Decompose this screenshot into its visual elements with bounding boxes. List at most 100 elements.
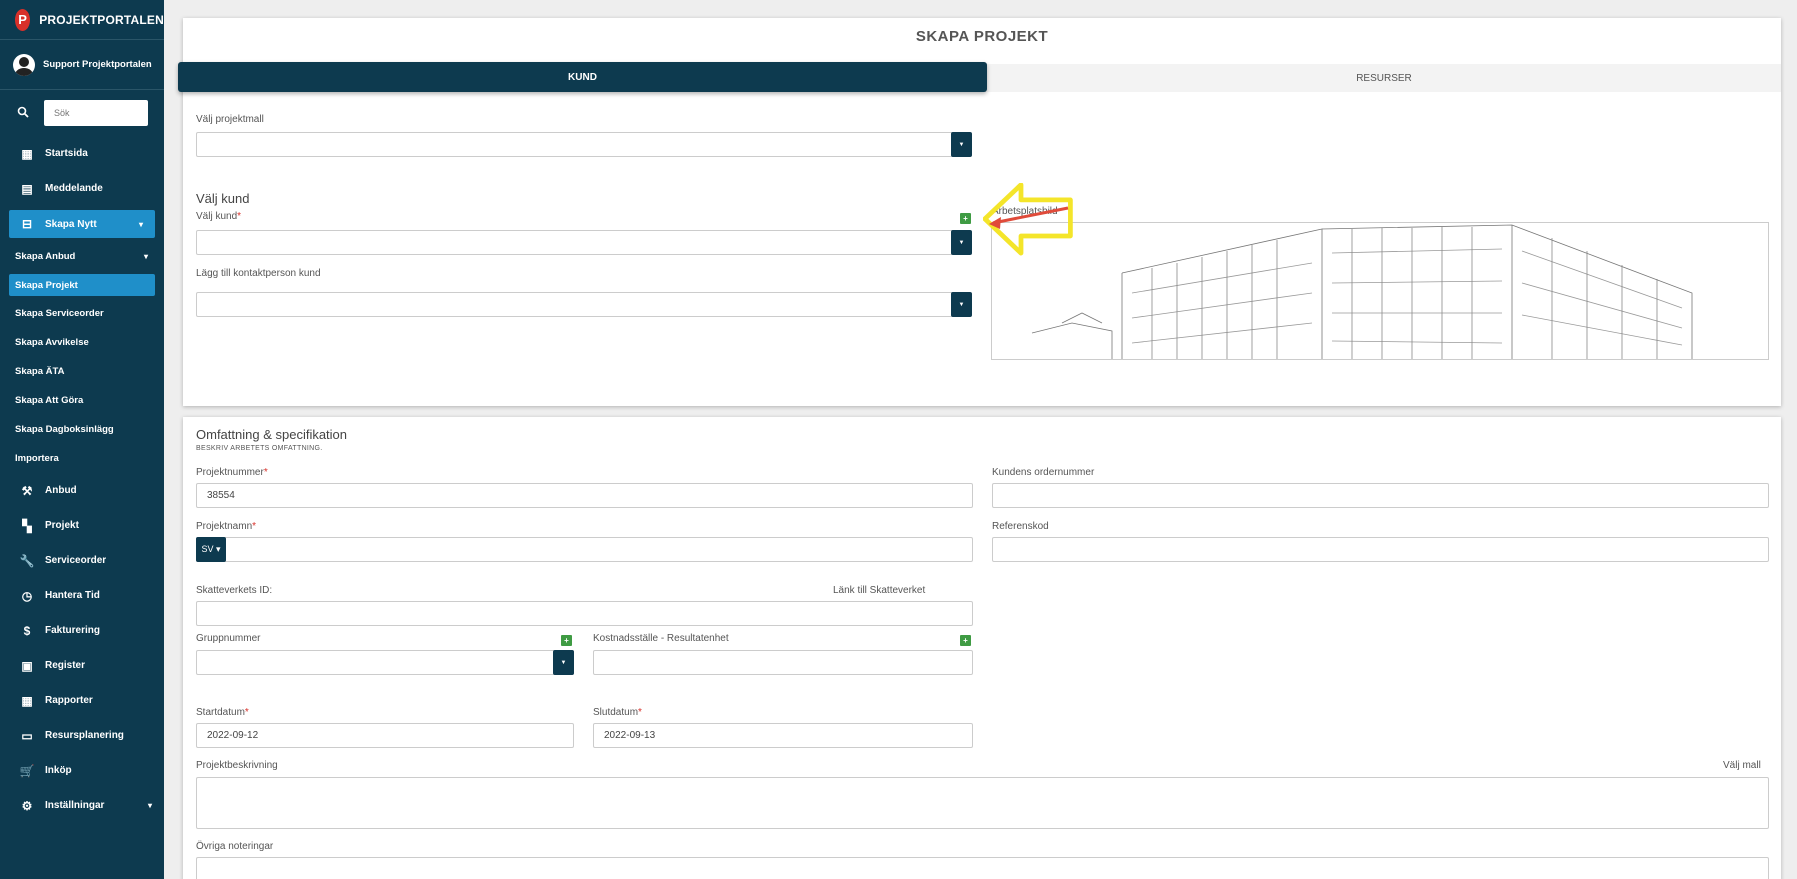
referenskod-input[interactable]: [992, 537, 1769, 562]
projektmall-label: Välj projektmall: [196, 114, 264, 125]
sidebar-sub-skapa-ata[interactable]: Skapa ÄTA: [0, 357, 164, 386]
sidebar-item-label: Serviceorder: [45, 555, 107, 566]
user-profile[interactable]: Support Projektportalen: [0, 40, 164, 90]
sidebar-item-startsida[interactable]: ▦ Startsida: [0, 136, 164, 171]
kontakt-label: Lägg till kontaktperson kund: [196, 268, 321, 279]
skatteverket-input[interactable]: [196, 601, 973, 626]
projektbeskrivning-label: Projektbeskrivning: [196, 760, 278, 771]
projektnamn-input[interactable]: [196, 537, 973, 562]
valj-kund-select[interactable]: [196, 230, 960, 255]
sidebar-item-rapporter[interactable]: ▦ Rapporter: [0, 683, 164, 718]
required-marker: *: [263, 467, 268, 478]
sidebar-item-label: Resursplanering: [45, 730, 124, 741]
sidebar-sub-label: Skapa Projekt: [15, 279, 78, 291]
annotation-arrow-icon: [983, 183, 1073, 256]
language-dropdown-button[interactable]: SV ▾: [196, 537, 226, 562]
sidebar-item-installningar[interactable]: ⚙ Inställningar ▾: [0, 788, 164, 823]
tab-resurser[interactable]: RESURSER: [987, 64, 1781, 92]
valj-kund-heading: Välj kund: [196, 191, 250, 206]
calendar-icon: ▦: [21, 693, 33, 708]
sidebar-item-label: Inköp: [45, 765, 72, 776]
chevron-down-icon[interactable]: ▼: [951, 132, 972, 157]
valj-kund-label: Välj kund*: [196, 211, 241, 222]
sidebar-item-meddelande[interactable]: ▤ Meddelande: [0, 171, 164, 206]
required-marker: *: [244, 707, 249, 718]
kostnadsstalle-input[interactable]: [593, 650, 973, 675]
add-gruppnummer-icon[interactable]: +: [561, 635, 572, 646]
tab-kund[interactable]: KUND: [178, 62, 987, 92]
sidebar-item-hantera-tid[interactable]: ◷ Hantera Tid: [0, 578, 164, 613]
ovriga-noteringar-label: Övriga noteringar: [196, 841, 274, 852]
chevron-down-icon: ▾: [147, 801, 152, 810]
tab-bar: KUND RESURSER: [178, 62, 1781, 92]
sidebar-sub-skapa-projekt[interactable]: Skapa Projekt: [9, 274, 155, 296]
chevron-down-icon[interactable]: ▼: [951, 230, 972, 255]
projektnamn-label: Projektnamn*: [196, 521, 256, 532]
sidebar-sub-label: Skapa Serviceorder: [15, 308, 104, 319]
sidebar-sub-skapa-anbud[interactable]: Skapa Anbud ▾: [0, 242, 164, 271]
sidebar: P PROJEKTPORTALEN Support Projektportale…: [0, 0, 164, 879]
sidebar-item-inkop[interactable]: 🛒 Inköp: [0, 753, 164, 788]
projektmall-select[interactable]: [196, 132, 960, 157]
avatar-icon: [13, 53, 35, 76]
dollar-icon: $: [23, 623, 31, 638]
sidebar-item-skapa-nytt[interactable]: ⊟ Skapa Nytt ▾: [9, 210, 155, 238]
projektnummer-input[interactable]: 38554: [196, 483, 973, 508]
required-marker: *: [638, 707, 642, 718]
gavel-icon: ⚒: [21, 483, 33, 498]
sidebar-sub-skapa-att-gora[interactable]: Skapa Att Göra: [0, 386, 164, 415]
sidebar-item-register[interactable]: ▣ Register: [0, 648, 164, 683]
message-icon: ▤: [21, 181, 33, 196]
arbetsplatsbild-image[interactable]: [991, 222, 1769, 360]
slutdatum-label: Slutdatum*: [593, 707, 642, 718]
sidebar-item-label: Skapa Nytt: [45, 218, 97, 230]
startdatum-label: Startdatum*: [196, 707, 249, 718]
sidebar-sub-label: Importera: [15, 453, 59, 464]
sidebar-sub-label: Skapa Avvikelse: [15, 337, 89, 348]
kundens-ordernummer-label: Kundens ordernummer: [992, 467, 1095, 478]
wrench-icon: 🔧: [19, 553, 35, 568]
skatteverket-link[interactable]: Länk till Skatteverket: [833, 585, 925, 596]
add-kostnadsstalle-icon[interactable]: +: [960, 635, 971, 646]
sidebar-sub-label: Skapa Att Göra: [15, 395, 84, 406]
logo-icon: P: [15, 8, 31, 31]
kontakt-select[interactable]: [196, 292, 960, 317]
omfattning-card: Omfattning & specifikation BESKRIV ARBET…: [183, 417, 1781, 879]
omfattning-heading: Omfattning & specifikation: [196, 427, 348, 442]
search-input[interactable]: [44, 100, 148, 126]
sidebar-item-label: Rapporter: [45, 695, 93, 706]
search-icon[interactable]: [17, 106, 31, 121]
ovriga-noteringar-textarea[interactable]: [196, 857, 1769, 879]
startdatum-input[interactable]: 2022-09-12: [196, 723, 574, 748]
sidebar-item-fakturering[interactable]: $ Fakturering: [0, 613, 164, 648]
chevron-down-icon[interactable]: ▼: [553, 650, 574, 675]
sidebar-item-projekt[interactable]: ▚ Projekt: [0, 508, 164, 543]
page-title: SKAPA PROJEKT: [915, 28, 1049, 45]
gruppnummer-label: Gruppnummer: [196, 633, 261, 644]
sidebar-sub-skapa-dagbok[interactable]: Skapa Dagboksinlägg: [0, 415, 164, 444]
sidebar-sub-skapa-serviceorder[interactable]: Skapa Serviceorder: [0, 299, 164, 328]
brand[interactable]: P PROJEKTPORTALEN: [0, 0, 164, 40]
sidebar-item-anbud[interactable]: ⚒ Anbud: [0, 473, 164, 508]
referenskod-label: Referenskod: [992, 521, 1049, 532]
chevron-down-icon[interactable]: ▼: [951, 292, 972, 317]
add-kund-icon[interactable]: +: [960, 213, 971, 224]
sidebar-sub-skapa-avvikelse[interactable]: Skapa Avvikelse: [0, 328, 164, 357]
kundens-ordernummer-input[interactable]: [992, 483, 1769, 508]
image-icon: ▣: [21, 658, 33, 673]
sidebar-item-label: Hantera Tid: [45, 590, 100, 601]
sidebar-sub-importera[interactable]: Importera: [0, 444, 164, 473]
gruppnummer-select[interactable]: [196, 650, 574, 675]
startdatum-label-text: Startdatum: [196, 707, 245, 718]
omfattning-caption: BESKRIV ARBETETS OMFATTNING.: [196, 445, 323, 452]
add-box-icon: ⊟: [21, 217, 33, 231]
brand-name: PROJEKTPORTALEN: [39, 12, 164, 27]
required-marker: *: [252, 521, 257, 532]
sidebar-item-resursplanering[interactable]: ▭ Resursplanering: [0, 718, 164, 753]
sidebar-item-label: Register: [45, 660, 86, 671]
valj-mall-link[interactable]: Välj mall: [1723, 760, 1761, 771]
sidebar-item-serviceorder[interactable]: 🔧 Serviceorder: [0, 543, 164, 578]
sidebar-item-label: Projekt: [45, 520, 79, 531]
slutdatum-input[interactable]: 2022-09-13: [593, 723, 973, 748]
projektbeskrivning-textarea[interactable]: [196, 777, 1769, 829]
